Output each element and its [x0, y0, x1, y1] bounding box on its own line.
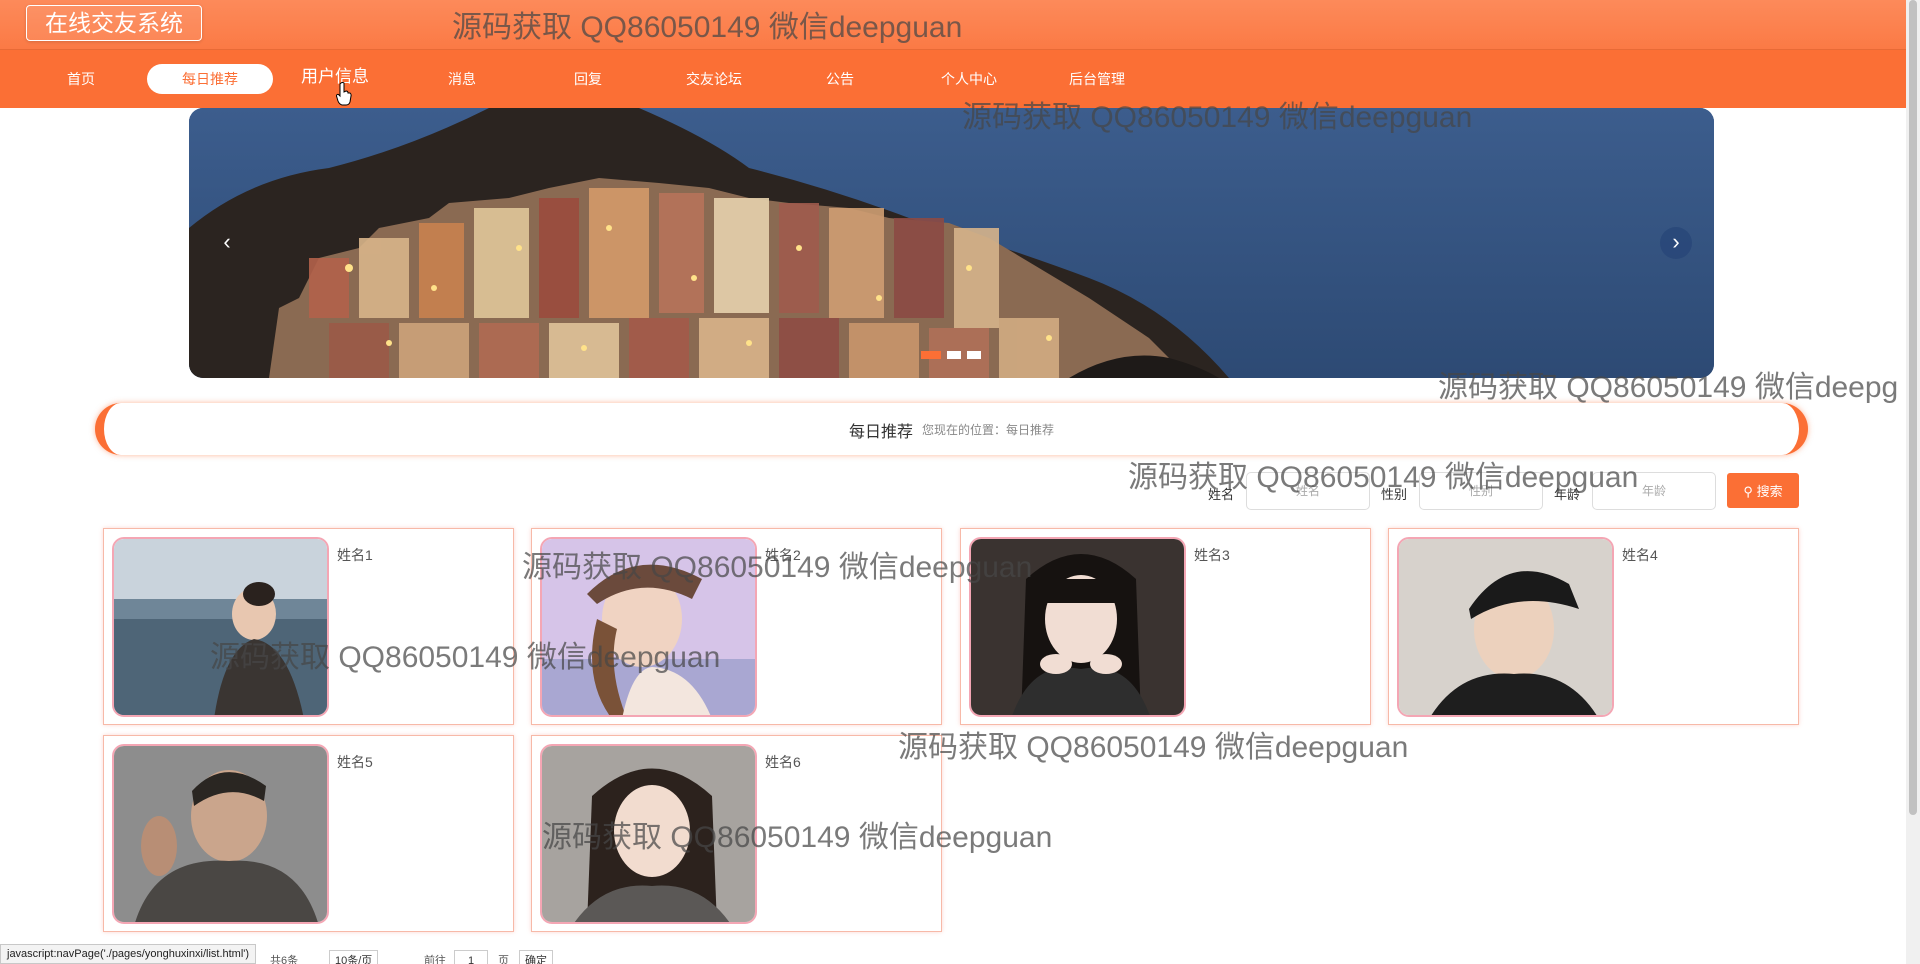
user-name-6: 姓名6 — [765, 754, 801, 770]
user-card-5[interactable]: 姓名5 — [103, 735, 514, 932]
age-search-input[interactable] — [1592, 472, 1716, 510]
nav-home[interactable]: 首页 — [40, 64, 122, 94]
search-icon: ⚲ — [1743, 484, 1753, 499]
banner-next-button[interactable]: › — [1660, 227, 1692, 259]
banner-dot-1[interactable] — [921, 351, 941, 359]
user-name-1: 姓名1 — [337, 547, 373, 563]
page-scrollbar[interactable] — [1906, 0, 1920, 964]
nav-admin[interactable]: 后台管理 — [1053, 64, 1141, 94]
chevron-left-icon: ‹ — [223, 229, 231, 254]
page-confirm-button[interactable]: 确定 — [519, 950, 553, 964]
user-name-2: 姓名2 — [765, 547, 801, 563]
brand-logo[interactable]: 在线交友系统 — [26, 5, 202, 41]
user-name-3: 姓名3 — [1194, 547, 1230, 563]
page: { "app": { "brand": "在线交友系统" }, "nav": {… — [0, 0, 1920, 964]
chevron-right-icon: › — [1672, 229, 1680, 254]
hand-cursor-icon — [336, 82, 352, 106]
search-button-label: 搜索 — [1756, 484, 1783, 499]
pager-goto-suffix: 页 — [498, 955, 509, 964]
page-size-select[interactable]: 10条/页 — [329, 950, 379, 964]
nav-user-info[interactable]: 用户信息 — [292, 62, 378, 92]
banner-dot-2[interactable] — [947, 351, 961, 359]
user-photo-5 — [112, 744, 329, 924]
breadcrumb: 每日推荐 您现在的位置：每日推荐 — [95, 403, 1808, 455]
nav-replies[interactable]: 回复 — [547, 64, 629, 94]
user-photo-3 — [969, 537, 1186, 717]
user-card-6[interactable]: 姓名6 — [531, 735, 942, 932]
user-card-3[interactable]: 姓名3 — [960, 528, 1371, 725]
browser-status-bar: javascript:navPage('./pages/yonghuxinxi/… — [0, 944, 257, 964]
name-label: 姓名 — [1208, 487, 1235, 502]
nav-messages[interactable]: 消息 — [421, 64, 503, 94]
search-button[interactable]: ⚲ 搜索 — [1727, 473, 1799, 508]
main-nav: 首页 每日推荐 用户信息 消息 回复 交友论坛 公告 个人中心 后台管理 — [0, 50, 1906, 108]
user-photo-2 — [540, 537, 757, 717]
user-photo-4 — [1397, 537, 1614, 717]
page-goto-input[interactable]: 1 — [454, 950, 488, 964]
nav-personal-center[interactable]: 个人中心 — [926, 64, 1012, 94]
user-card-2[interactable]: 姓名2 — [531, 528, 942, 725]
user-card-4[interactable]: 姓名4 — [1388, 528, 1799, 725]
scrollbar-thumb[interactable] — [1909, 0, 1917, 815]
user-photo-6 — [540, 744, 757, 924]
top-bar: 在线交友系统 — [0, 0, 1906, 50]
banner-carousel[interactable]: ‹ › — [189, 108, 1714, 378]
page-title: 每日推荐 — [849, 424, 914, 441]
gender-search-input[interactable] — [1419, 472, 1543, 510]
banner-dot-3[interactable] — [967, 351, 981, 359]
pager-total: 共6条 — [270, 955, 299, 964]
pager-goto-prefix: 前往 — [424, 955, 446, 964]
banner-image — [189, 108, 1714, 378]
banner-prev-button[interactable]: ‹ — [211, 227, 243, 259]
nav-forum[interactable]: 交友论坛 — [673, 64, 755, 94]
user-card-1[interactable]: 姓名1 — [103, 528, 514, 725]
user-name-4: 姓名4 — [1622, 547, 1658, 563]
nav-daily-recommend[interactable]: 每日推荐 — [147, 64, 273, 94]
breadcrumb-path: 您现在的位置：每日推荐 — [922, 423, 1055, 437]
age-label: 年龄 — [1554, 487, 1581, 502]
user-photo-1 — [112, 537, 329, 717]
banner-indicators — [921, 351, 981, 359]
user-name-5: 姓名5 — [337, 754, 373, 770]
nav-notices[interactable]: 公告 — [799, 64, 881, 94]
watermark: 源码获取 QQ86050149 微信deepguan — [898, 731, 1409, 764]
name-search-input[interactable] — [1246, 472, 1370, 510]
gender-label: 性别 — [1381, 487, 1408, 502]
